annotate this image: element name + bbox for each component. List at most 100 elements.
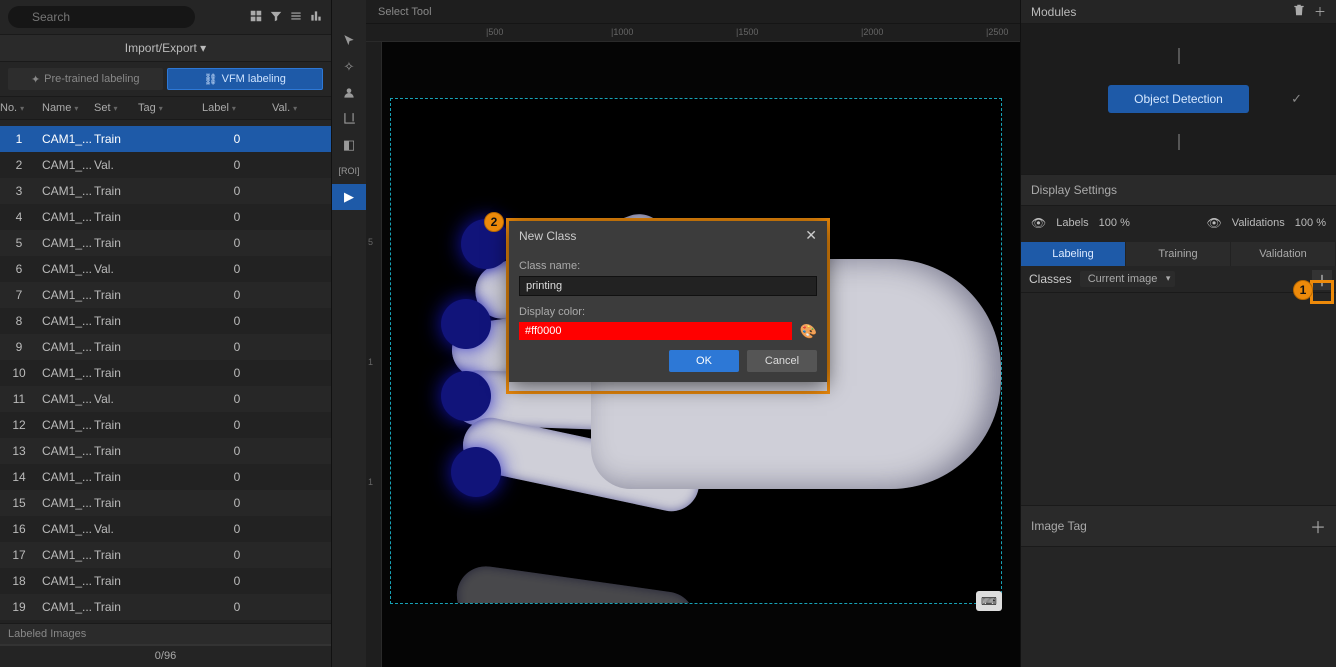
- search-wrap: [8, 6, 243, 28]
- color-swatch[interactable]: #ff0000: [519, 322, 792, 340]
- left-panel: Import/Export ▾ ✦ Pre-trained labeling ⛓…: [0, 0, 332, 667]
- wand-icon: ✦: [31, 73, 40, 86]
- table-body[interactable]: 1CAM1_...Train02CAM1_...Val.03CAM1_...Tr…: [0, 126, 331, 623]
- crop-tool[interactable]: [332, 106, 366, 132]
- annotation-badge-2: 2: [484, 212, 504, 232]
- module-pill[interactable]: Object Detection: [1108, 85, 1249, 113]
- table-row[interactable]: 18CAM1_...Train0: [0, 568, 331, 594]
- collage-icon[interactable]: [249, 9, 263, 26]
- labeled-images-label: Labeled Images: [0, 624, 331, 644]
- validations-text: Validations: [1232, 217, 1285, 229]
- fingertip: [441, 371, 491, 421]
- table-row[interactable]: 11CAM1_...Val.0: [0, 386, 331, 412]
- table-row[interactable]: 7CAM1_...Train0: [0, 282, 331, 308]
- right-panel: Modules ＋ Object Detection ✓ Display Set…: [1020, 0, 1336, 667]
- roi-tool[interactable]: [ROI]: [332, 158, 366, 184]
- class-name-input[interactable]: [519, 276, 817, 296]
- ruler-left: 5 1 1: [366, 42, 382, 667]
- th-val[interactable]: Val.▾: [272, 102, 322, 114]
- mid-toolbar: ✧ ◧ [ROI] ▶: [332, 0, 366, 667]
- tab-labeling[interactable]: Labeling: [1021, 242, 1126, 266]
- th-label[interactable]: Label▾: [202, 102, 272, 114]
- labels-visibility[interactable]: 👁 Labels 100 %: [1031, 216, 1130, 230]
- annotation-highlight-1: [1310, 280, 1334, 304]
- labeled-counter: 0/96: [0, 646, 331, 666]
- annotation-badge-1: 1: [1293, 280, 1313, 300]
- display-settings: 👁 Labels 100 % 👁 Validations 100 %: [1021, 206, 1336, 242]
- add-module-icon[interactable]: ＋: [1314, 3, 1326, 20]
- keyboard-icon[interactable]: ⌨: [976, 591, 1002, 611]
- classes-tabs: Labeling Training Validation: [1021, 242, 1336, 266]
- image-tag-title: Image Tag ＋: [1021, 505, 1336, 547]
- close-icon[interactable]: ✕: [805, 227, 817, 244]
- pretrained-label: Pre-trained labeling: [44, 73, 139, 85]
- import-export-button[interactable]: Import/Export ▾: [0, 34, 331, 62]
- glove-finger: [453, 563, 699, 604]
- eye-icon: 👁: [1207, 216, 1222, 230]
- table-row[interactable]: 9CAM1_...Train0: [0, 334, 331, 360]
- filter-icon[interactable]: [269, 9, 283, 26]
- modules-title: Modules: [1031, 5, 1076, 19]
- th-no[interactable]: No.▾: [0, 102, 38, 114]
- table-row[interactable]: 6CAM1_...Val.0: [0, 256, 331, 282]
- new-class-dialog: New Class ✕ Class name: Display color: #…: [509, 221, 827, 382]
- ruler-mark: |1500: [736, 27, 758, 37]
- table-row[interactable]: 15CAM1_...Train0: [0, 490, 331, 516]
- stats-icon[interactable]: [309, 9, 323, 26]
- table-row[interactable]: 14CAM1_...Train0: [0, 464, 331, 490]
- canvas-header: Select Tool: [366, 0, 1020, 24]
- eye-icon: 👁: [1031, 216, 1046, 230]
- tab-training[interactable]: Training: [1126, 242, 1231, 266]
- th-set[interactable]: Set▾: [94, 102, 138, 114]
- dialog-title-bar[interactable]: New Class ✕: [509, 221, 827, 250]
- table-row[interactable]: 17CAM1_...Train0: [0, 542, 331, 568]
- labels-text: Labels: [1056, 217, 1088, 229]
- cursor-tool[interactable]: [332, 28, 366, 54]
- table-row[interactable]: 2CAM1_...Val.0: [0, 152, 331, 178]
- tab-validation[interactable]: Validation: [1231, 242, 1336, 266]
- th-name[interactable]: Name▾: [38, 102, 94, 114]
- table-row[interactable]: 13CAM1_...Train0: [0, 438, 331, 464]
- ruler-top: |500|1000|1500|2000|2500: [366, 24, 1020, 42]
- add-image-tag-button[interactable]: ＋: [1310, 514, 1326, 538]
- search-bar: [0, 0, 331, 34]
- table-row[interactable]: 1CAM1_...Train0: [0, 126, 331, 152]
- magic-tool[interactable]: ✧: [332, 54, 366, 80]
- module-check-icon[interactable]: ✓: [1291, 91, 1302, 107]
- table-row[interactable]: 12CAM1_...Train0: [0, 412, 331, 438]
- ruler-mark: |1000: [611, 27, 633, 37]
- palette-icon[interactable]: 🎨: [800, 323, 817, 340]
- pretrained-labeling-button[interactable]: ✦ Pre-trained labeling: [8, 68, 163, 90]
- ruler-tick: 5: [368, 237, 373, 247]
- run-tool[interactable]: ▶: [332, 184, 366, 210]
- cancel-button[interactable]: Cancel: [747, 350, 817, 372]
- link-icon: ⛓: [204, 73, 218, 86]
- ruler-mark: |2500: [986, 27, 1008, 37]
- table-row[interactable]: 16CAM1_...Val.0: [0, 516, 331, 542]
- person-tool[interactable]: [332, 80, 366, 106]
- table-row[interactable]: 19CAM1_...Train0: [0, 594, 331, 620]
- table-row[interactable]: 8CAM1_...Train0: [0, 308, 331, 334]
- validations-visibility[interactable]: 👁 Validations 100 %: [1207, 216, 1326, 230]
- list-icon[interactable]: [289, 9, 303, 26]
- table-row[interactable]: 10CAM1_...Train0: [0, 360, 331, 386]
- validations-pct: 100 %: [1295, 217, 1326, 229]
- eraser-tool[interactable]: ◧: [332, 132, 366, 158]
- delete-module-icon[interactable]: [1292, 3, 1306, 20]
- th-tag[interactable]: Tag▾: [138, 102, 202, 114]
- display-settings-title: Display Settings: [1021, 174, 1336, 206]
- search-tools: [249, 9, 323, 26]
- table-row[interactable]: 4CAM1_...Train0: [0, 204, 331, 230]
- image-tag-label: Image Tag: [1031, 519, 1087, 533]
- classes-filter-dropdown[interactable]: Current image: [1080, 271, 1176, 287]
- ruler-tick: 1: [368, 357, 373, 367]
- vfm-label: VFM labeling: [222, 73, 286, 85]
- search-input[interactable]: [8, 6, 195, 28]
- table-row[interactable]: 3CAM1_...Train0: [0, 178, 331, 204]
- modules-preview: Object Detection ✓: [1021, 24, 1336, 174]
- ok-button[interactable]: OK: [669, 350, 739, 372]
- table-header: No.▾ Name▾ Set▾ Tag▾ Label▾ Val.▾: [0, 96, 331, 120]
- bottom-bar: Labeled Images 0/96: [0, 623, 331, 667]
- vfm-labeling-button[interactable]: ⛓ VFM labeling: [167, 68, 324, 90]
- table-row[interactable]: 5CAM1_...Train0: [0, 230, 331, 256]
